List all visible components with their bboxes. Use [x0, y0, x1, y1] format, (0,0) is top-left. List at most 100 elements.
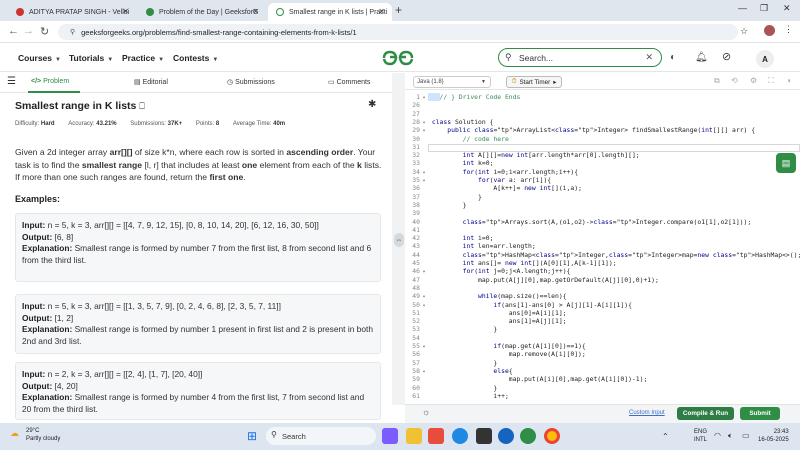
nav-tutorials[interactable]: Tutorials ▼	[69, 53, 113, 63]
code-line[interactable]: 49 ▾ while(map.size()==len){	[405, 292, 566, 300]
url-bar[interactable]: ⚲ geeksforgeeks.org/problems/find-smalle…	[58, 24, 738, 40]
compile-run-button[interactable]: Compile & Run	[677, 407, 734, 420]
start-timer-button[interactable]: ⏱ Start Timer ▸	[506, 76, 562, 88]
code-line[interactable]: 43 int len=arr.length;	[405, 242, 535, 250]
browser-tab-active[interactable]: Smallest range in K lists | Practi ✕	[268, 3, 392, 21]
code-line[interactable]: 39	[405, 209, 432, 217]
browser-menu-icon[interactable]: ⋮	[784, 24, 793, 35]
hamburger-menu-icon[interactable]: ☰	[7, 76, 16, 87]
browser-tab[interactable]: ADITYA PRATAP SINGH - Velloi ✕	[8, 3, 136, 21]
code-line[interactable]: 32 int A[][]=new int[arr.length*arr[0].l…	[405, 151, 639, 159]
submit-button[interactable]: Submit	[740, 407, 780, 420]
copy-icon[interactable]: ⧉	[714, 76, 720, 86]
chrome-icon[interactable]	[544, 428, 560, 444]
battery-icon[interactable]: ▭	[742, 431, 750, 440]
code-line[interactable]: 29 ▾ public class="tp">ArrayList<class="t…	[405, 126, 755, 134]
reset-icon[interactable]: ⟲	[731, 76, 738, 85]
site-info-icon[interactable]: ⚲	[70, 28, 75, 36]
theme-sun-icon[interactable]: ☼	[422, 407, 430, 417]
language-select[interactable]: Java (1.8) ▼	[413, 76, 491, 88]
app-icon[interactable]	[428, 428, 444, 444]
code-line[interactable]: 58 ▾ else{	[405, 367, 512, 375]
theme-icon[interactable]: ◑	[786, 76, 791, 85]
tab-comments[interactable]: ▭ Comments	[328, 78, 370, 86]
tray-chevron-icon[interactable]: ⌃	[662, 432, 669, 441]
dark-mode-icon[interactable]: ◐	[670, 52, 676, 63]
code-line[interactable]: 34 ▾ for(int i=0;i<arr.length;i++){	[405, 168, 578, 176]
app-icon[interactable]	[382, 428, 398, 444]
nav-courses[interactable]: Courses ▼	[18, 53, 61, 63]
settings-icon[interactable]: ⚙	[750, 76, 757, 85]
code-line[interactable]: 46 ▾ for(int j=0;j<A.length;j++){	[405, 267, 570, 275]
notification-bell-icon[interactable]: 🔔︎	[695, 52, 708, 63]
reload-icon[interactable]: ↻	[40, 25, 49, 38]
code-line[interactable]: 28 ▾ class Solution {	[405, 118, 493, 126]
taskbar-clock[interactable]: 23:43 16-05-2025	[758, 428, 789, 444]
code-line[interactable]: 51 ans[0]=A[i][1];	[405, 309, 566, 317]
edge-icon[interactable]	[452, 428, 468, 444]
windows-start-icon[interactable]: ⊞	[244, 428, 260, 444]
weather-widget[interactable]: ☁ 29°C Partly cloudy	[10, 427, 60, 443]
close-tab-icon[interactable]: ✕	[122, 7, 129, 16]
tab-problem[interactable]: </> Problem	[31, 78, 69, 85]
language-indicator[interactable]: ENG INTL	[694, 428, 707, 444]
tab-editorial[interactable]: ▤ Editorial	[134, 78, 168, 86]
code-line[interactable]: 57 }	[405, 359, 497, 367]
new-tab-icon[interactable]: +	[395, 3, 402, 17]
taskbar-search[interactable]: ⚲ Search	[266, 427, 376, 445]
nav-contests[interactable]: Contests ▼	[173, 53, 218, 63]
code-line[interactable]: 1 ▾ // } Driver Code Ends	[405, 93, 520, 101]
gfg-logo[interactable]	[381, 49, 415, 67]
nav-practice[interactable]: Practice ▼	[122, 53, 164, 63]
bookmark-star-icon[interactable]: ☆	[740, 26, 748, 37]
code-line[interactable]: 35 ▾ for(var a: arr[i]){	[405, 176, 551, 184]
bug-report-icon[interactable]: ✱	[368, 99, 376, 110]
clear-search-icon[interactable]: ✕	[645, 52, 653, 63]
app-icon[interactable]	[476, 428, 492, 444]
code-line[interactable]: 37 }	[405, 193, 482, 201]
maximize-icon[interactable]: ❐	[760, 3, 768, 14]
fullscreen-icon[interactable]: ⛶	[768, 76, 774, 86]
close-tab-icon[interactable]: ✕	[378, 7, 385, 16]
code-line[interactable]: 45 int ans[]= new int[](A[0][1],A[k-1][1…	[405, 259, 616, 267]
code-line[interactable]: 30 // code here	[405, 135, 509, 143]
code-line[interactable]: 33 int k=0;	[405, 159, 493, 167]
user-avatar[interactable]: A	[756, 50, 774, 68]
code-line[interactable]: 42 int i=0;	[405, 234, 493, 242]
chat-icon[interactable]: ▤	[776, 153, 796, 173]
code-line[interactable]: 59 map.put(A[i][0],map.get(A[i][0])-1);	[405, 375, 647, 383]
app-icon[interactable]	[520, 428, 536, 444]
code-line[interactable]: 47 map.put(A[j][0],map.getOrDefault(A[j]…	[405, 276, 659, 284]
code-line[interactable]: 48	[405, 284, 432, 292]
file-explorer-icon[interactable]	[406, 428, 422, 444]
code-line[interactable]: 61 i++;	[405, 392, 509, 400]
profile-icon[interactable]	[764, 25, 775, 36]
site-search-input[interactable]: ⚲ Search... ✕	[498, 48, 662, 67]
bookmark-icon[interactable]: ⎕	[139, 101, 144, 111]
code-line[interactable]: 27	[405, 110, 432, 118]
close-window-icon[interactable]: ✕	[783, 3, 791, 14]
code-line[interactable]: 60 }	[405, 384, 497, 392]
code-line[interactable]: 50 ▾ if(ans[1]-ans[0] > A[j][1]-A[i][1]){	[405, 301, 632, 309]
volume-icon[interactable]: 🔈︎	[728, 431, 733, 441]
tab-submissions[interactable]: ◷ Submissions	[227, 78, 275, 86]
code-line[interactable]: 38 }	[405, 201, 466, 209]
browser-tab[interactable]: Problem of the Day | GeeksforG ✕	[138, 3, 266, 21]
back-icon[interactable]: ←	[8, 25, 19, 37]
forward-icon[interactable]: →	[23, 25, 34, 37]
dell-icon[interactable]	[498, 428, 514, 444]
compass-icon[interactable]: ⊘	[722, 50, 731, 63]
minimize-icon[interactable]: —	[738, 3, 747, 13]
code-line[interactable]: 54	[405, 334, 432, 342]
code-line[interactable]: 44 class="tp">HashMap<class="tp">Integer…	[405, 251, 800, 259]
code-line[interactable]: 53 }	[405, 325, 497, 333]
code-line[interactable]: 52 ans[1]=A[j][1];	[405, 317, 566, 325]
code-editor[interactable]: 1 ▾ // } Driver Code Ends 26 27 28 ▾ class …	[405, 91, 800, 403]
wifi-icon[interactable]: ◠	[714, 431, 721, 440]
code-line[interactable]: 41	[405, 226, 432, 234]
code-line[interactable]: 55 ▾ if(map.get(A[i][0])==1){	[405, 342, 585, 350]
code-line[interactable]: 26	[405, 101, 432, 109]
custom-input-link[interactable]: Custom Input	[629, 410, 665, 416]
resize-handle-icon[interactable]: ⇔	[394, 233, 404, 247]
close-tab-icon[interactable]: ✕	[252, 7, 259, 16]
